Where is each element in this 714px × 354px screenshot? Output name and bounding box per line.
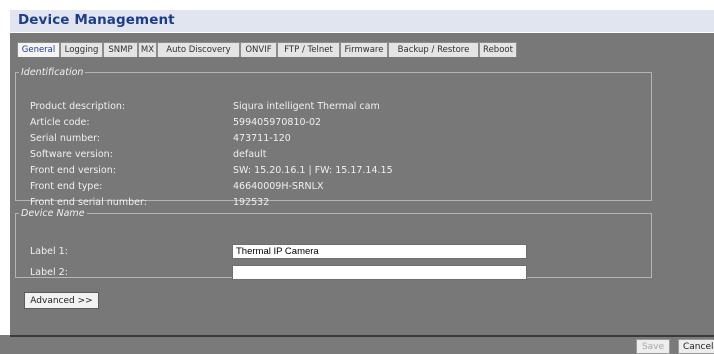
front-end-type-label: Front end type: (30, 181, 103, 192)
software-version-label: Software version: (30, 149, 113, 160)
identification-section: Identification Product description: Siqu… (15, 67, 652, 208)
serial-number-label: Serial number: (30, 133, 101, 144)
tab-backup-restore[interactable]: Backup / Restore (388, 42, 479, 57)
article-code-label: Article code: (30, 117, 90, 128)
tab-ftp-telnet[interactable]: FTP / Telnet (277, 42, 340, 57)
tab-onvif[interactable]: ONVIF (240, 42, 277, 57)
front-end-version-label: Front end version: (30, 165, 116, 176)
save-button[interactable]: Save (636, 339, 670, 354)
cancel-button[interactable]: Cancel (678, 339, 714, 354)
footer-bar: Save Cancel (0, 335, 714, 354)
tab-snmp[interactable]: SNMP (103, 42, 138, 57)
front-end-version-value: SW: 15.20.16.1 | FW: 15.17.14.15 (233, 165, 393, 176)
product-description-value: Siqura intelligent Thermal cam (233, 101, 380, 112)
tab-reboot[interactable]: Reboot (479, 42, 517, 57)
serial-number-value: 473711-120 (233, 133, 291, 144)
label-2-input[interactable] (232, 265, 527, 280)
tab-mx[interactable]: MX (138, 42, 157, 57)
front-end-serial-number-value: 192532 (233, 197, 270, 208)
article-code-value: 599405970810-02 (233, 117, 322, 128)
front-end-type-value: 46640009H-SRNLX (233, 181, 324, 192)
software-version-value: default (233, 149, 267, 160)
tab-general[interactable]: General (17, 42, 60, 57)
label-1-input[interactable] (232, 244, 527, 259)
advanced-button[interactable]: Advanced >> (24, 292, 99, 309)
footer-divider (10, 335, 714, 337)
tab-logging[interactable]: Logging (60, 42, 103, 57)
page-title: Device Management (18, 12, 175, 28)
device-name-legend: Device Name (21, 208, 85, 219)
front-end-serial-number-label: Front end serial number: (30, 197, 147, 208)
device-name-section: Device Name Label 1: Label 2: (15, 208, 652, 280)
label-1-label: Label 1: (30, 246, 68, 257)
page-header: Device Management (10, 10, 714, 32)
label-2-label: Label 2: (30, 267, 68, 278)
identification-legend: Identification (21, 67, 84, 78)
tab-auto-discovery[interactable]: Auto Discovery (157, 42, 240, 57)
tab-firmware[interactable]: Firmware (340, 42, 388, 57)
main-panel: General Logging SNMP MX Auto Discovery O… (10, 33, 714, 335)
product-description-label: Product description: (30, 101, 126, 112)
